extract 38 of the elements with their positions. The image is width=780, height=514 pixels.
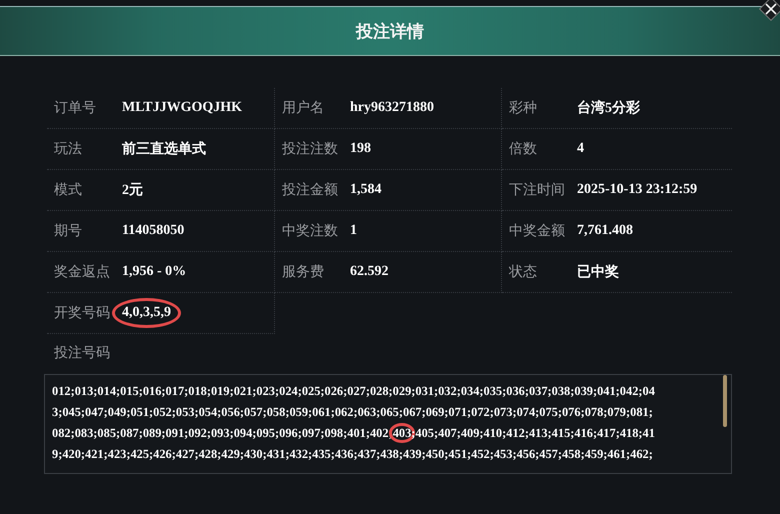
field-label: 投注注数	[281, 140, 339, 158]
field-label: 模式	[53, 181, 83, 199]
dialog-title: 投注详情	[356, 20, 424, 42]
scrollbar-thumb[interactable]	[723, 375, 727, 427]
field-value: 4	[577, 141, 584, 157]
bet-numbers-line: 012;013;014;015;016;017;018;019;021;023;024;025;026;027;028;029;031;032;034;035;036;037;038;039;041;042;04	[52, 383, 656, 400]
field-value: 198	[350, 141, 371, 157]
field-value: 1,584	[350, 182, 382, 198]
field-value: 1	[350, 223, 357, 239]
field-label: 倍数	[508, 140, 538, 158]
field-label: 用户名	[281, 99, 325, 117]
field-label: 状态	[508, 263, 538, 281]
field-value: 7,761.408	[577, 223, 633, 239]
field-value: 台湾5分彩	[577, 99, 640, 117]
field-label: 奖金返点	[53, 263, 111, 281]
field-label: 中奖金额	[508, 222, 566, 240]
field-label: 玩法	[53, 140, 83, 158]
field-value: 114058050	[122, 223, 184, 239]
field-value: 4,0,3,5,9	[112, 298, 181, 328]
field-value: 62.592	[350, 264, 388, 280]
field-label: 期号	[53, 222, 83, 240]
field-value: 2元	[122, 182, 143, 199]
field-label: 开奖号码	[53, 304, 111, 322]
field-value: 2025-10-13 23:12:59	[577, 182, 698, 198]
field-label: 订单号	[53, 99, 97, 117]
field-value: 1,956 - 0%	[122, 264, 186, 280]
field-label: 投注金额	[281, 181, 339, 199]
bet-numbers-line: 3;045;047;049;051;052;053;054;056;057;058;059;061;062;063;065;067;069;071;072;073;074;075;076;078;079;081;	[52, 404, 654, 421]
field-value: 已中奖	[577, 263, 619, 281]
field-label: 下注时间	[508, 181, 566, 199]
field-value: MLTJJWGOQJHK	[122, 100, 242, 116]
field-label: 彩种	[508, 99, 538, 117]
field-label: 服务费	[281, 263, 325, 281]
bet-numbers-label: 投注号码	[53, 344, 111, 363]
field-value: hry963271880	[350, 100, 434, 116]
field-label: 中奖注数	[281, 222, 339, 240]
bet-numbers-line: 9;420;421;423;425;426;427;428;429;430;431;432;435;436;437;438;439;450;451;452;453;456;457;458;459;461;462;	[52, 446, 654, 463]
field-value: 前三直选单式	[122, 140, 206, 158]
